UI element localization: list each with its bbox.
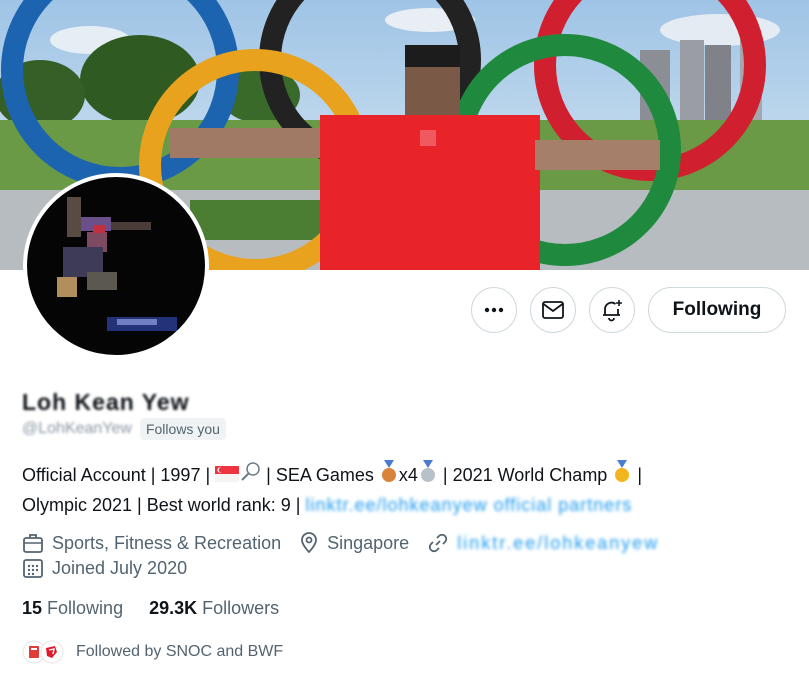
following-button[interactable]: Following (648, 287, 786, 333)
envelope-icon (542, 301, 564, 319)
bio-text: | SEA Games (261, 464, 379, 485)
badminton-icon (239, 461, 261, 491)
bio-text: | (632, 464, 643, 485)
bio-text: | 2021 World Champ (437, 464, 613, 485)
display-name: Loh Kean Yew (22, 389, 190, 415)
notifications-button[interactable] (589, 287, 635, 333)
followed-by-row[interactable]: Followed by SNOC and BWF (22, 640, 283, 664)
link-icon (429, 533, 448, 553)
website-item[interactable]: linktr.ee/lohkeanyew (427, 532, 659, 554)
singapore-flag-icon (215, 463, 240, 490)
location-pin-icon (301, 532, 318, 554)
handle-row: @LohKeanYew Follows you (22, 418, 226, 440)
joined-row: Joined July 2020 (22, 557, 205, 579)
user-handle: @LohKeanYew (22, 420, 132, 437)
follow-stats: 15 Following 29.3K Followers (22, 598, 279, 619)
follows-you-badge: Follows you (139, 418, 226, 440)
mutual-followers-avatars-icon (22, 640, 64, 664)
bio-link[interactable]: linktr.ee/lohkeanyew official partners (305, 495, 632, 515)
location-text: Singapore (327, 532, 410, 553)
more-options-button[interactable] (471, 287, 517, 333)
location-item: Singapore (299, 532, 409, 554)
briefcase-icon (23, 534, 43, 553)
joined-item: Joined July 2020 (22, 557, 187, 579)
avatar-image (27, 177, 205, 355)
more-dots-icon (484, 307, 504, 313)
category-text: Sports, Fitness & Recreation (52, 532, 282, 553)
message-button[interactable] (530, 287, 576, 333)
gold-medal-icon (612, 460, 632, 492)
bell-plus-icon (603, 300, 622, 322)
calendar-icon (23, 559, 43, 578)
bio-text: Official Account | 1997 | (22, 464, 216, 485)
profile-avatar[interactable] (23, 173, 209, 359)
profile-meta-row: Sports, Fitness & Recreation Singapore l… (22, 532, 677, 554)
profile-bio: Official Account | 1997 | | SEA Games x4… (22, 460, 782, 519)
following-count-link[interactable]: 15 Following (22, 598, 123, 619)
website-link[interactable]: linktr.ee/lohkeanyew (457, 533, 659, 554)
category-item: Sports, Fitness & Recreation (22, 532, 281, 554)
bio-text: Olympic 2021 | Best world rank: 9 | (22, 495, 301, 515)
bronze-medal-icon (379, 460, 399, 492)
followers-count-link[interactable]: 29.3K Followers (149, 598, 279, 619)
followed-by-text: Followed by SNOC and BWF (76, 643, 284, 660)
bio-text: x4 (398, 464, 418, 485)
silver-medal-icon (418, 460, 438, 492)
joined-text: Joined July 2020 (52, 557, 188, 578)
